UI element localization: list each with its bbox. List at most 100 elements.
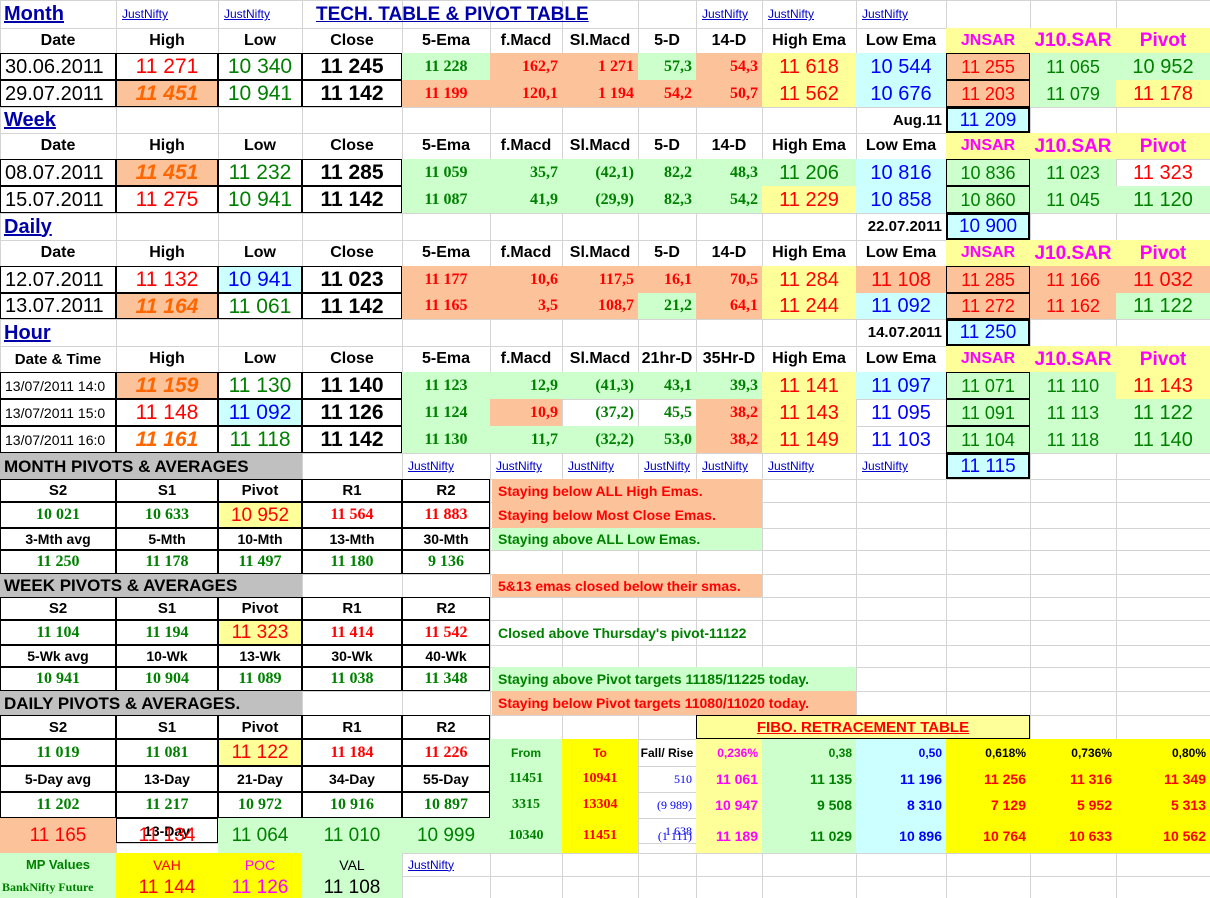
cell-close: 11 245 (302, 53, 402, 80)
row-date: 13/07/2011 14:0 (0, 372, 116, 399)
header-high-ema: High Ema (772, 31, 846, 49)
fibo-value: 8 310 (856, 792, 946, 818)
header-low: Low (244, 244, 276, 261)
avg-value: 10 972 (218, 792, 302, 818)
justnifty-link[interactable]: JustNifty (856, 453, 946, 479)
cell-fmacd: 10,6 (490, 266, 562, 293)
cell-close: 11 023 (302, 266, 402, 293)
header-low: Low (244, 350, 276, 367)
cell-slmacd: 1 194 (562, 80, 638, 107)
cell-fmacd: 3,5 (490, 293, 562, 319)
header-high: High (149, 244, 185, 261)
cell-ema5: 11 124 (402, 399, 490, 426)
avg-label: 5-Wk avg (0, 645, 116, 667)
header-j10sar: J10.SAR (1030, 28, 1116, 53)
cell-j10sar: 11 166 (1030, 266, 1116, 293)
header-slmacd: Sl.Macd (569, 137, 631, 154)
cell-d5: 16,1 (638, 266, 696, 293)
justnifty-link[interactable]: JustNifty (562, 453, 638, 479)
cell-d5: 53,0 (638, 426, 696, 453)
cell-high: 11 159 (116, 372, 218, 399)
cell-ema5: 11 199 (402, 80, 490, 107)
justnifty-link[interactable]: JustNifty (402, 853, 490, 876)
cell-low-ema: 11 097 (856, 372, 946, 399)
comment-note: Staying below Most Close Emas. (492, 502, 762, 528)
cell-high: 11 132 (116, 266, 218, 293)
comment-note: Staying below ALL High Emas. (492, 479, 762, 502)
justnifty-link[interactable]: JustNifty (696, 0, 762, 28)
ema-value: 11 010 (302, 818, 402, 853)
justnifty-link[interactable]: JustNifty (856, 0, 946, 28)
avg-value: 11 202 (0, 792, 116, 818)
pivot-header-r2: R2 (402, 597, 490, 620)
header-slmacd: Sl.Macd (569, 350, 631, 367)
cell-fmacd: 35,7 (490, 159, 562, 186)
avg-label: 30-Mth (402, 528, 490, 550)
header-fmacd: f.Macd (500, 31, 552, 49)
cell-ema5: 11 177 (402, 266, 490, 293)
cell-d5: 82,3 (638, 186, 696, 213)
cell-pivot: 11 120 (1116, 186, 1210, 213)
justnifty-link[interactable]: JustNifty (402, 453, 490, 479)
pivot-value-r2: 11 226 (402, 739, 490, 766)
avg-value: 11 089 (218, 667, 302, 691)
pivot-header-r1: R1 (302, 715, 402, 739)
avg-value: 11 497 (218, 550, 302, 574)
section-daily: Daily (4, 215, 52, 238)
header-d14: 14-D (711, 137, 747, 154)
avg-label: 13-Day (116, 766, 218, 792)
cell-d14: 54,3 (696, 53, 762, 80)
pivot-section-title: DAILY PIVOTS & AVERAGES. (0, 691, 302, 715)
justnifty-link[interactable]: JustNifty (762, 453, 856, 479)
section-month: Month (4, 3, 64, 25)
justnifty-link[interactable]: JustNifty (638, 453, 696, 479)
justnifty-link[interactable]: JustNifty (218, 0, 302, 28)
justnifty-link[interactable]: JustNifty (696, 453, 762, 479)
header-ema5: 5-Ema (421, 31, 471, 49)
pivot-value-s2: 11 104 (0, 620, 116, 645)
cell-close: 11 142 (302, 426, 402, 453)
avg-value: 10 916 (302, 792, 402, 818)
cell-fmacd: 10,9 (490, 399, 562, 426)
cell-close: 11 142 (302, 293, 402, 319)
header-date: Date (40, 137, 76, 154)
fibo-value: 13304 (562, 792, 638, 818)
cell-d14: 38,2 (696, 426, 762, 453)
comment-note: Closed above Thursday's pivot-11122 (498, 624, 747, 641)
avg-label: 5-Day avg (0, 766, 116, 792)
mp-row-label: BankNifty Future (0, 876, 116, 898)
header-ema5: 5-Ema (421, 244, 471, 261)
justnifty-link[interactable]: JustNifty (490, 453, 562, 479)
pivot-section-title: MONTH PIVOTS & AVERAGES (0, 453, 302, 479)
cell-d14: 39,3 (696, 372, 762, 399)
ema-value: 11 165 (0, 818, 116, 853)
fibo-value: 11451 (562, 818, 638, 853)
cell-d14: 64,1 (696, 293, 762, 319)
cell-pivot: 11 178 (1116, 80, 1210, 107)
header-fmacd: f.Macd (500, 244, 552, 261)
cell-j10sar: 11 045 (1030, 186, 1116, 213)
fibo-title: FIBO. RETRACEMENT TABLE (696, 715, 1030, 739)
pivot-value-pivot: 11 323 (218, 620, 302, 645)
cell-low-ema: 11 092 (856, 293, 946, 319)
cell-slmacd: (29,9) (562, 186, 638, 213)
avg-label: 10-Wk (116, 645, 218, 667)
header-jnsar: JNSAR (946, 240, 1030, 266)
cell-d5: 43,1 (638, 372, 696, 399)
avg-label: 5-Mth (116, 528, 218, 550)
justnifty-link[interactable]: JustNifty (116, 0, 218, 28)
pivot-value-pivot: 11 122 (218, 739, 302, 766)
row-date: 13/07/2011 15:0 (0, 399, 116, 426)
sar-value: 11 115 (946, 453, 1030, 479)
pivot-value-s2: 11 019 (0, 739, 116, 766)
fibo-value: 510 (674, 772, 692, 786)
cell-j10sar: 11 113 (1030, 399, 1116, 426)
cell-j10sar: 11 162 (1030, 293, 1116, 319)
cell-fmacd: 162,7 (490, 53, 562, 80)
justnifty-link[interactable]: JustNifty (762, 0, 856, 28)
avg-value: 10 904 (116, 667, 218, 691)
avg-value: 11 217 (116, 792, 218, 818)
ema-value: 11 134 (138, 825, 196, 846)
pivot-header-s1: S1 (116, 715, 218, 739)
cell-jnsar: 11 104 (946, 426, 1030, 453)
